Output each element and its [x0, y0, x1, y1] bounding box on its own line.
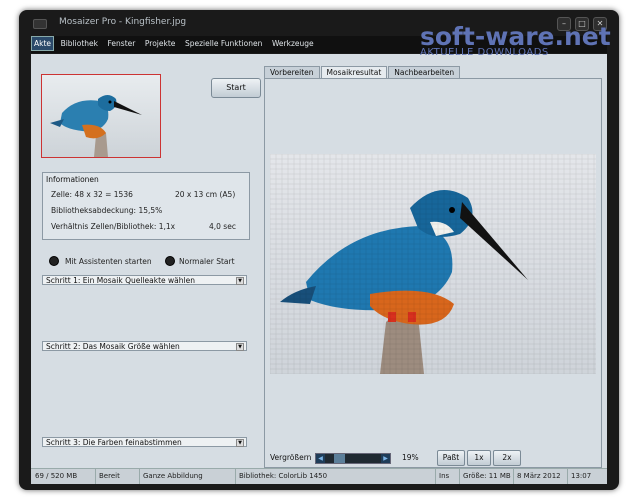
app-window: Mosaizer Pro - Kingfisher.jpg – □ ✕ Akte…	[19, 10, 619, 490]
menu-bibliothek[interactable]: Bibliothek	[58, 36, 101, 51]
status-ins: Ins	[435, 469, 460, 484]
step-1-label: Schritt 1: Ein Mosaik Quelleakte wählen	[46, 276, 195, 285]
info-panel: Informationen Zelle: 48 x 32 = 1536 20 x…	[42, 172, 250, 240]
mosaic-image	[270, 154, 596, 374]
main-area: Start Informationen Zelle: 48 x 32 = 153…	[31, 54, 607, 468]
start-button[interactable]: Start	[211, 78, 261, 98]
radio-normal-label: Normaler Start	[179, 257, 235, 266]
menu-spezielle-funktionen[interactable]: Spezielle Funktionen	[182, 36, 265, 51]
step-3-select[interactable]: Schritt 3: Die Farben feinabstimmen ▼	[42, 437, 247, 447]
chevron-down-icon: ▼	[236, 343, 244, 351]
info-cells: Zelle: 48 x 32 = 1536	[51, 190, 133, 199]
fit-button[interactable]: Paßt	[437, 450, 465, 466]
radio-wizard-label: Mit Assistenten starten	[65, 257, 152, 266]
status-date: 8 März 2012	[513, 469, 568, 484]
window-title: Mosaizer Pro - Kingfisher.jpg	[59, 17, 187, 27]
chevron-down-icon: ▼	[236, 439, 244, 447]
arrow-right-icon[interactable]: ▶	[381, 454, 390, 463]
status-bar: 69 / 520 MB Bereit Ganze Abbildung Bibli…	[31, 468, 607, 484]
menu-fenster[interactable]: Fenster	[105, 36, 139, 51]
menu-akte[interactable]: Akte	[31, 36, 55, 51]
result-panel: Vergrößern ◀ ▶ 19% Paßt 1x 2x	[264, 78, 602, 468]
mosaic-preview[interactable]	[270, 154, 596, 374]
status-time: 13:07	[571, 472, 592, 480]
menu-projekte[interactable]: Projekte	[142, 36, 179, 51]
radio-wizard[interactable]	[49, 256, 59, 266]
info-title: Informationen	[46, 175, 99, 184]
chevron-down-icon: ▼	[236, 277, 244, 285]
step-2-select[interactable]: Schritt 2: Das Mosaik Größe wählen ▼	[42, 341, 247, 351]
zoom-slider-thumb[interactable]	[333, 454, 345, 463]
radio-normal[interactable]	[165, 256, 175, 266]
status-library: Bibliothek: ColorLib 1450	[235, 469, 436, 484]
step-3-label: Schritt 3: Die Farben feinabstimmen	[46, 438, 182, 447]
source-thumbnail[interactable]	[41, 74, 161, 158]
status-size: Größe: 11 MB	[459, 469, 514, 484]
kingfisher-thumbnail-image	[42, 75, 160, 157]
step-2-label: Schritt 2: Das Mosaik Größe wählen	[46, 342, 180, 351]
info-size: 20 x 13 cm (A5)	[175, 190, 236, 199]
arrow-left-icon[interactable]: ◀	[316, 454, 325, 463]
info-ratio: Verhältnis Zellen/Bibliothek: 1,1x	[51, 222, 176, 231]
zoom-label: Vergrößern	[270, 453, 312, 462]
info-time: 4,0 sec	[209, 222, 236, 231]
menu-werkzeuge[interactable]: Werkzeuge	[269, 36, 317, 51]
status-memory: 69 / 520 MB	[31, 469, 96, 484]
status-state: Bereit	[95, 469, 140, 484]
step-1-select[interactable]: Schritt 1: Ein Mosaik Quelleakte wählen …	[42, 275, 247, 285]
zoom-1x-button[interactable]: 1x	[467, 450, 491, 466]
system-menu-icon[interactable]	[33, 19, 47, 29]
info-coverage: Bibliotheksabdeckung: 15,5%	[51, 206, 163, 215]
zoom-2x-button[interactable]: 2x	[493, 450, 521, 466]
status-view: Ganze Abbildung	[139, 469, 236, 484]
zoom-slider[interactable]: ◀ ▶	[315, 453, 391, 464]
zoom-percent: 19%	[402, 453, 419, 462]
watermark: soft-ware.net AKTUELLE DOWNLOADS	[420, 22, 611, 58]
